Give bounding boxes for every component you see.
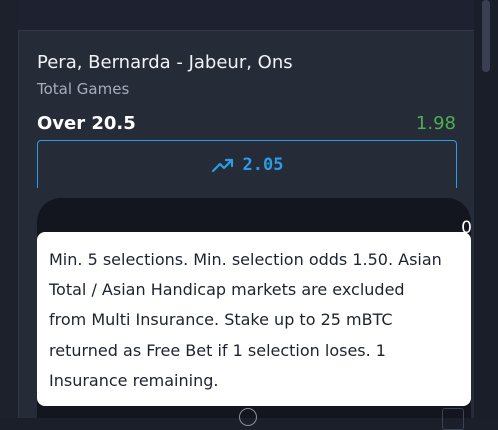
previous-odds: 1.98: [415, 113, 456, 134]
accept-odds-button[interactable]: 2.05: [37, 140, 457, 188]
match-title: Pera, Bernarda - Jabeur, Ons: [37, 52, 293, 73]
new-odds-value: 2.05: [242, 154, 284, 175]
tooltip-line: Total / Asian Handicap markets are exclu…: [49, 280, 405, 300]
tooltip-line: Insurance remaining.: [49, 370, 219, 390]
trending-up-icon: [211, 156, 235, 174]
top-strip: [18, 0, 474, 30]
multi-insurance-tooltip: Min. 5 selections. Min. selection odds 1…: [37, 232, 471, 406]
info-icon[interactable]: [239, 408, 257, 426]
selection-name: Over 20.5: [37, 113, 136, 134]
market-name: Total Games: [37, 80, 130, 98]
tooltip-line: Min. 5 selections. Min. selection odds 1…: [49, 250, 442, 269]
tooltip-line: from Multi Insurance. Stake up to 25 mBT…: [49, 310, 393, 330]
left-gutter: [0, 0, 18, 418]
tooltip-line: returned as Free Bet if 1 selection lose…: [49, 340, 386, 360]
scrollbar-thumb[interactable]: [482, 0, 490, 72]
scrollbar-track[interactable]: [474, 0, 498, 418]
checkbox[interactable]: [442, 408, 464, 430]
